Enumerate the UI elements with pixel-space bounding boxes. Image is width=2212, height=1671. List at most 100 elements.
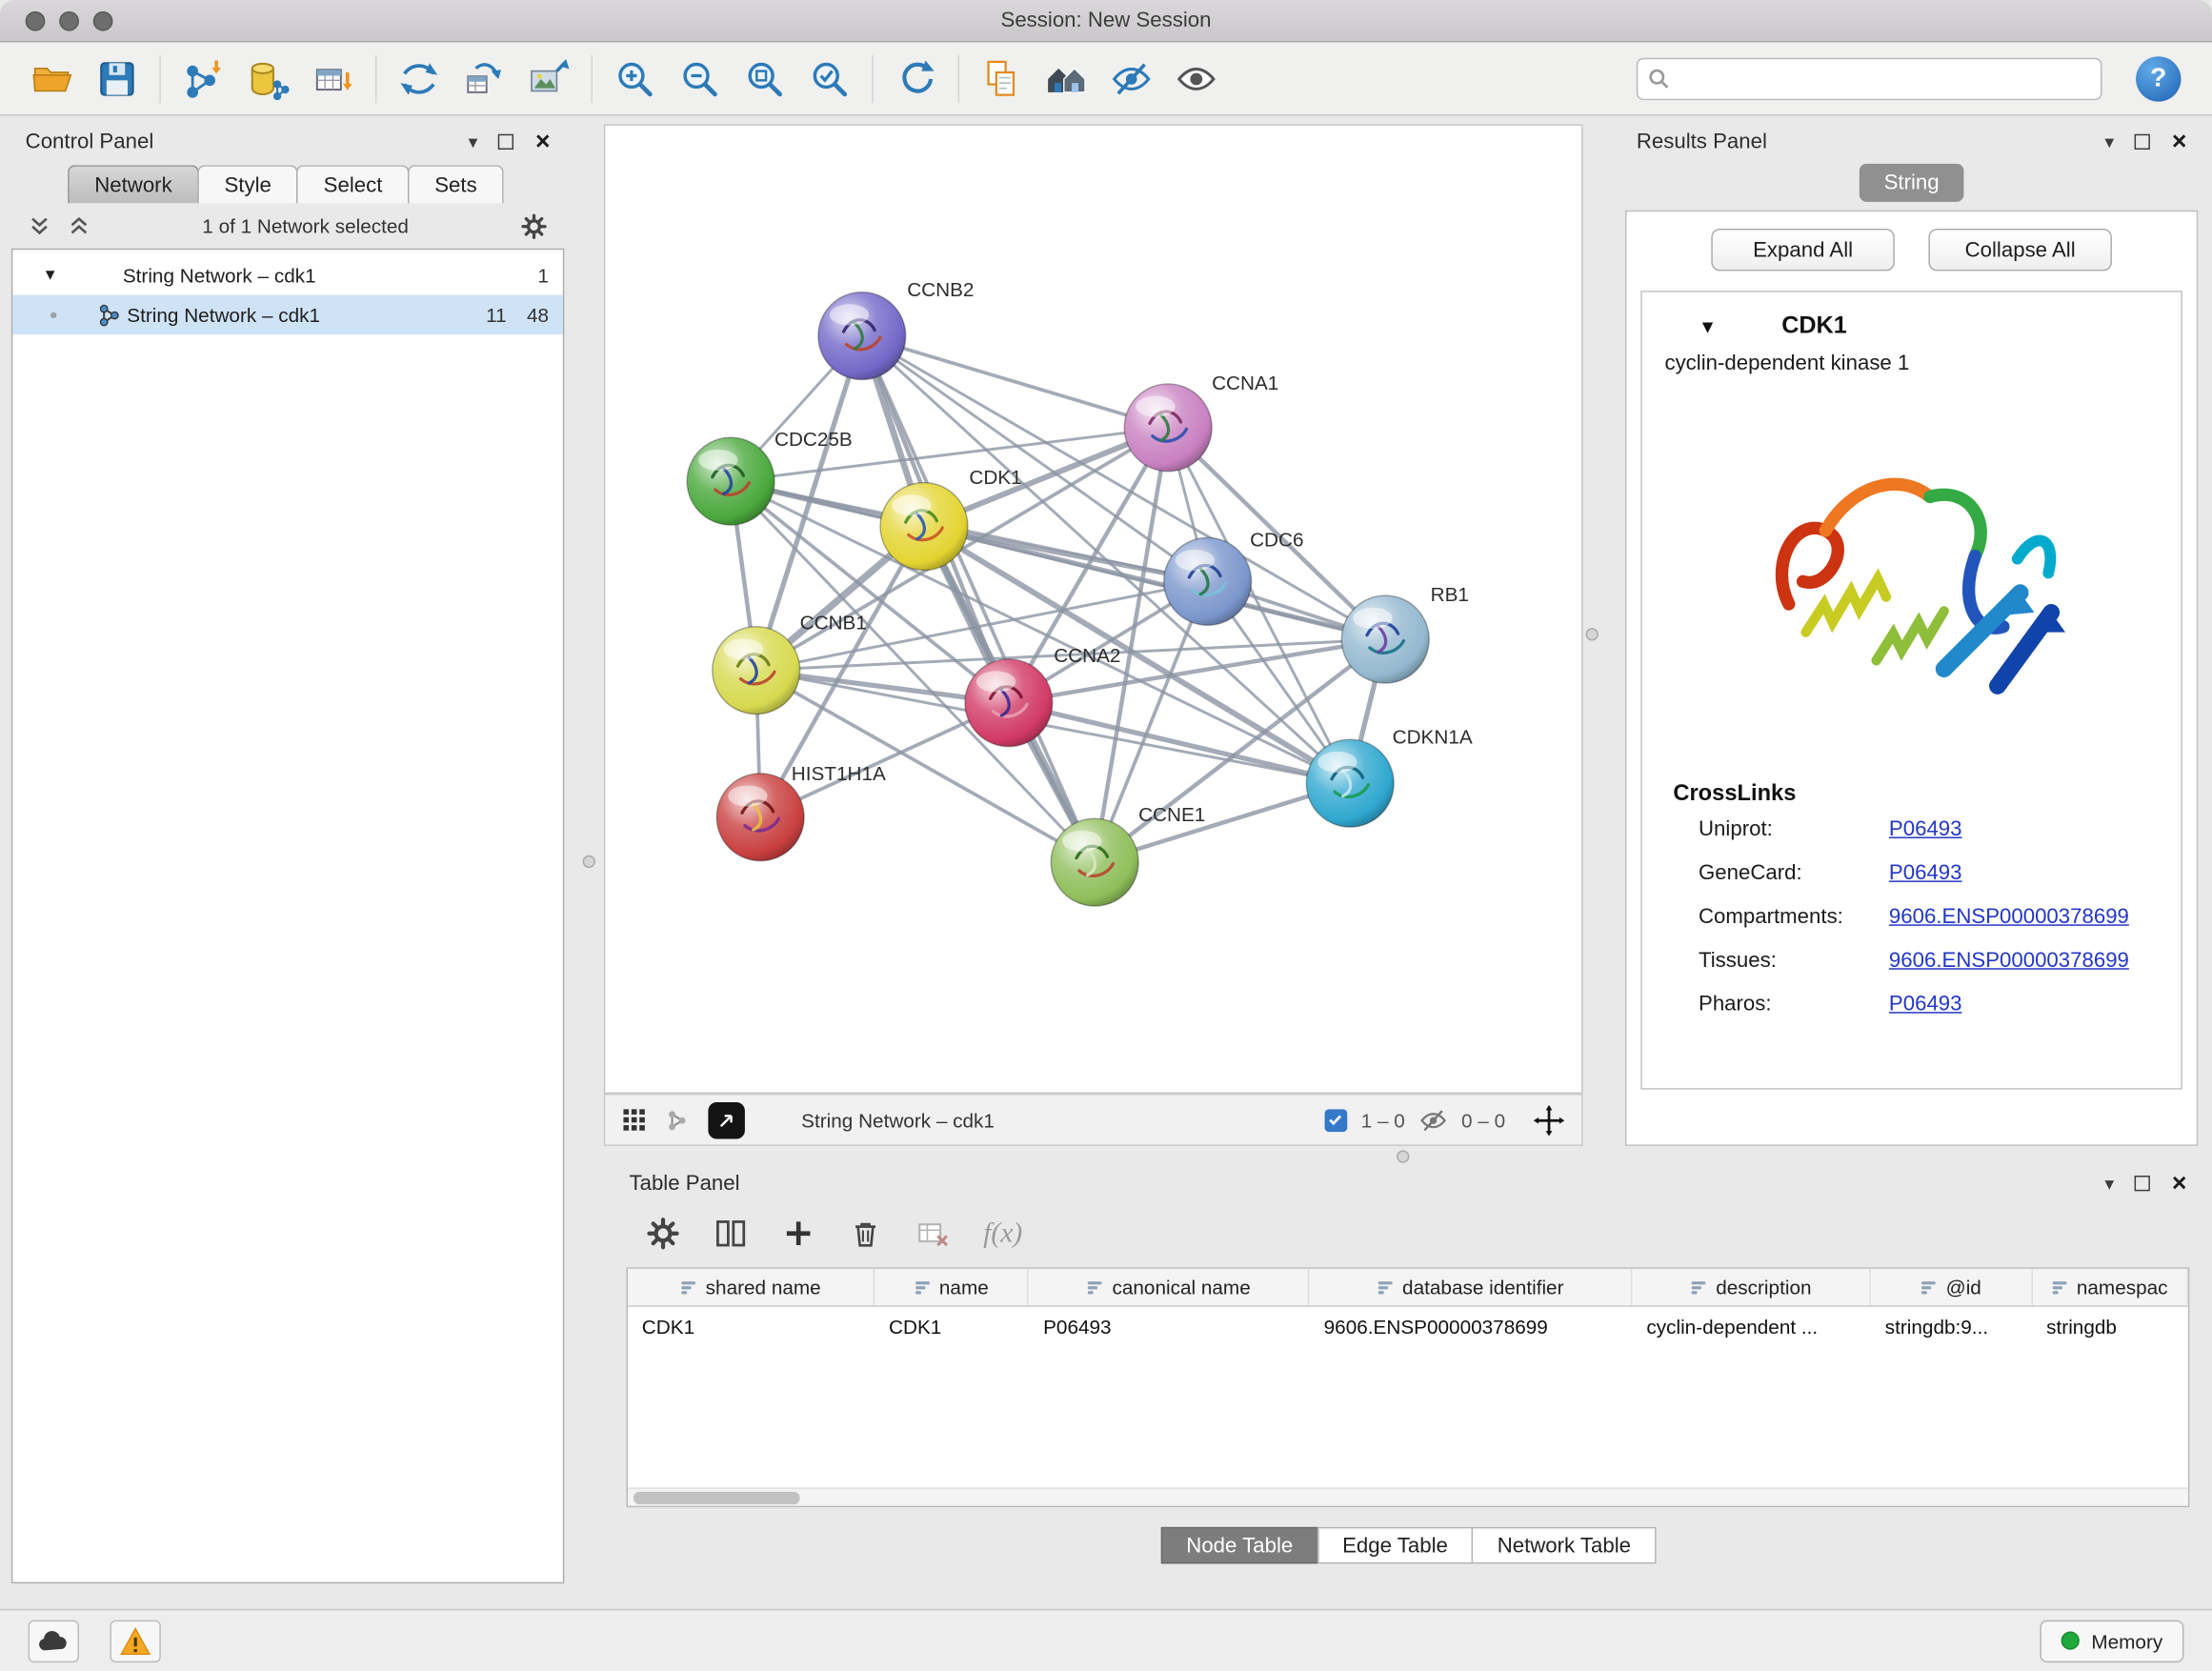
refresh-view-button[interactable]	[883, 48, 948, 110]
crosslink-link[interactable]: 9606.ENSP00000378699	[1889, 905, 2129, 929]
network-node[interactable]	[716, 774, 804, 861]
close-panel-icon[interactable]: ×	[535, 129, 551, 154]
cloud-status-button[interactable]	[29, 1620, 79, 1661]
tab-edge-table[interactable]: Edge Table	[1317, 1527, 1473, 1564]
panel-menu-icon[interactable]: ▾	[2104, 1174, 2114, 1192]
network-row[interactable]: ● String Network – cdk1 11 48	[12, 295, 563, 334]
column-header[interactable]: name	[875, 1269, 1029, 1306]
help-button[interactable]: ?	[2136, 56, 2181, 101]
open-session-button[interactable]	[20, 48, 85, 110]
expand-all-icon[interactable]	[68, 214, 90, 237]
panel-menu-icon[interactable]: ▾	[2104, 132, 2114, 151]
memory-button[interactable]: Memory	[2041, 1620, 2183, 1661]
export-image-button[interactable]	[516, 48, 581, 110]
network-node[interactable]	[1306, 739, 1394, 827]
network-edge[interactable]	[862, 336, 1168, 428]
show-panels-button[interactable]	[1034, 48, 1098, 110]
selected-nodes-checkbox[interactable]	[1324, 1109, 1347, 1132]
network-node[interactable]	[965, 659, 1053, 747]
import-network-file-button[interactable]	[171, 48, 235, 110]
fit-content-crosshair-icon[interactable]	[1534, 1104, 1565, 1136]
table-cell[interactable]: stringdb	[2032, 1307, 2188, 1345]
scrollbar-thumb[interactable]	[633, 1492, 800, 1504]
tab-sets[interactable]: Sets	[408, 165, 504, 203]
tab-string[interactable]: String	[1860, 164, 1962, 202]
table-row[interactable]: CDK1CDK1P064939606.ENSP00000378699cyclin…	[628, 1307, 2188, 1345]
add-column-icon[interactable]	[781, 1217, 815, 1251]
network-overview-icon[interactable]	[666, 1109, 689, 1132]
close-panel-icon[interactable]: ×	[2172, 1170, 2187, 1196]
tab-node-table[interactable]: Node Table	[1161, 1527, 1318, 1564]
merge-tables-button[interactable]	[452, 48, 516, 110]
function-builder-button[interactable]: f(x)	[983, 1218, 1022, 1250]
column-header[interactable]: @id	[1871, 1269, 2032, 1306]
crosslink-link[interactable]: P06493	[1889, 817, 1962, 841]
hide-graphics-details-button[interactable]	[1099, 48, 1164, 110]
table-cell[interactable]: P06493	[1029, 1307, 1310, 1345]
import-network-database-button[interactable]	[235, 48, 300, 110]
network-node[interactable]	[1341, 595, 1429, 683]
delete-table-icon-disabled[interactable]	[915, 1217, 950, 1251]
network-node[interactable]	[1164, 537, 1252, 625]
crosslink-link[interactable]: P06493	[1889, 861, 1962, 885]
network-edge[interactable]	[862, 336, 1095, 863]
network-node[interactable]	[1124, 384, 1212, 472]
right-splitter-handle[interactable]	[1586, 628, 1599, 640]
network-options-gear-icon[interactable]	[520, 212, 547, 239]
expand-all-button[interactable]: Expand All	[1711, 229, 1895, 271]
merge-networks-button[interactable]	[387, 48, 452, 110]
collection-disclosure-icon[interactable]: ▼	[12, 267, 57, 284]
panel-menu-icon[interactable]: ▾	[469, 132, 478, 151]
show-graphics-details-button[interactable]	[1164, 48, 1229, 110]
network-node[interactable]	[713, 627, 800, 715]
network-edge[interactable]	[1009, 703, 1350, 783]
network-collection-row[interactable]: ▼ String Network – cdk1 1	[12, 255, 563, 294]
tab-select[interactable]: Select	[297, 165, 410, 203]
grid-view-icon[interactable]	[622, 1108, 646, 1132]
table-cell[interactable]: CDK1	[628, 1307, 875, 1345]
warnings-button[interactable]	[111, 1620, 161, 1661]
column-header[interactable]: canonical name	[1029, 1269, 1310, 1306]
bottom-splitter-handle[interactable]	[1397, 1150, 1409, 1162]
table-cell[interactable]: stringdb:9...	[1871, 1307, 2032, 1345]
column-header[interactable]: description	[1633, 1269, 1871, 1306]
table-options-gear-icon[interactable]	[646, 1217, 680, 1251]
tab-network[interactable]: Network	[68, 165, 199, 203]
zoom-in-button[interactable]	[602, 48, 667, 110]
delete-column-icon[interactable]	[850, 1218, 882, 1250]
network-node[interactable]	[880, 483, 968, 571]
clone-network-button[interactable]	[969, 48, 1034, 110]
left-splitter-handle[interactable]	[583, 856, 595, 868]
float-panel-icon[interactable]	[2135, 133, 2150, 149]
zoom-fit-button[interactable]	[733, 48, 797, 110]
network-node[interactable]	[1051, 818, 1138, 906]
float-panel-icon[interactable]	[2135, 1175, 2150, 1190]
column-header[interactable]: database identifier	[1310, 1269, 1633, 1306]
tab-network-table[interactable]: Network Table	[1472, 1527, 1657, 1564]
collapse-all-icon[interactable]	[29, 214, 51, 237]
save-session-button[interactable]	[85, 48, 150, 110]
show-columns-icon[interactable]	[714, 1217, 748, 1251]
column-header[interactable]: shared name	[628, 1269, 875, 1306]
network-node[interactable]	[818, 292, 906, 380]
crosslink-link[interactable]: 9606.ENSP00000378699	[1889, 949, 2129, 973]
birds-eye-view-button[interactable]	[708, 1101, 745, 1138]
import-table-file-button[interactable]	[300, 48, 365, 110]
column-header[interactable]: namespac	[2032, 1269, 2188, 1306]
network-canvas[interactable]: CCNB2CCNA1CDC25BCDK1CDC6RB1CCNB1CCNA2CDK…	[605, 126, 1581, 1093]
search-input[interactable]	[1637, 57, 2102, 99]
float-panel-icon[interactable]	[498, 133, 513, 149]
zoom-selected-button[interactable]	[797, 48, 862, 110]
tab-style[interactable]: Style	[197, 165, 298, 203]
table-cell[interactable]: CDK1	[875, 1307, 1029, 1345]
horizontal-scrollbar[interactable]	[628, 1487, 2188, 1505]
table-cell[interactable]: cyclin-dependent ...	[1633, 1307, 1871, 1345]
table-cell[interactable]: 9606.ENSP00000378699	[1310, 1307, 1633, 1345]
collapse-all-button[interactable]: Collapse All	[1928, 229, 2112, 271]
control-panel-header: Control Panel ▾ ×	[11, 124, 565, 158]
gene-disclosure-icon[interactable]: ▼	[1699, 315, 1717, 336]
crosslink-link[interactable]: P06493	[1889, 992, 1962, 1016]
network-node[interactable]	[687, 437, 774, 525]
zoom-out-button[interactable]	[667, 48, 732, 110]
close-panel-icon[interactable]: ×	[2172, 129, 2187, 154]
